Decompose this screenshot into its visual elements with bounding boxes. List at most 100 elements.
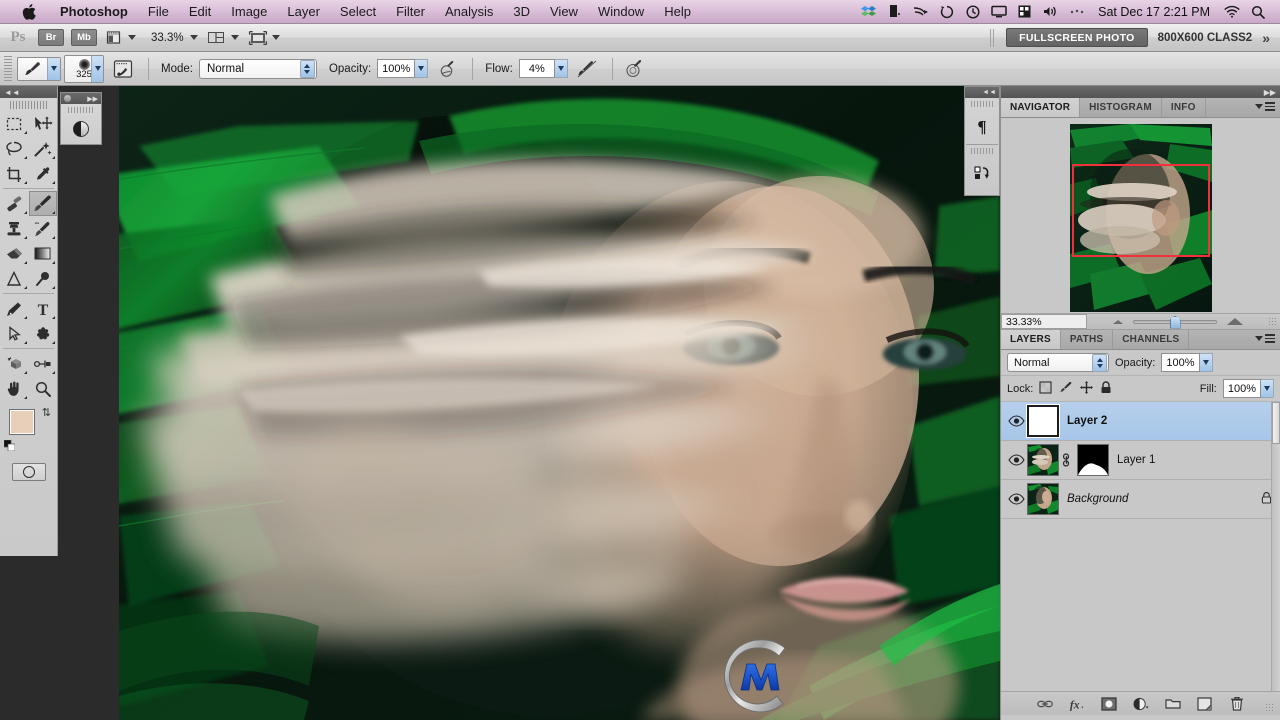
collapsed-dock-titlebar[interactable]: ◄◄: [965, 87, 999, 98]
panel-resize-grip[interactable]: [1265, 703, 1274, 712]
clone-stamp-tool[interactable]: [0, 216, 29, 241]
zoom-in-mountain-icon[interactable]: [1226, 318, 1243, 325]
default-colors-icon[interactable]: [3, 439, 16, 452]
layer-name[interactable]: Layer 1: [1117, 454, 1155, 466]
new-adjustment-layer-icon[interactable]: [1132, 696, 1149, 712]
adjustments-panel-button[interactable]: [61, 114, 101, 144]
options-bar-grip[interactable]: [4, 55, 12, 82]
custom-shape-tool[interactable]: [29, 321, 58, 346]
zoom-level-dropdown[interactable]: 33.3%: [145, 32, 198, 44]
menubar-clock[interactable]: Sat Dec 17 2:21 PM: [1094, 5, 1214, 19]
lock-transparent-pixels-icon[interactable]: [1039, 380, 1052, 397]
mini-dock-titlebar[interactable]: ▶▶: [61, 93, 101, 104]
opacity-control[interactable]: 100%: [377, 59, 429, 78]
expand-panel-icon[interactable]: ▶▶: [87, 95, 98, 103]
collapsed-dock-grip-2[interactable]: [971, 148, 993, 154]
opacity-dropdown-arrow[interactable]: [415, 59, 429, 78]
dodge-tool[interactable]: [29, 266, 58, 291]
layer-thumbnail[interactable]: [1027, 483, 1059, 515]
delete-layer-icon[interactable]: [1229, 696, 1245, 712]
layer-blend-mode-select[interactable]: Normal: [1007, 353, 1109, 372]
menu-analysis[interactable]: Analysis: [435, 0, 503, 24]
workspace-800x600-class2-button[interactable]: 800X600 CLASS2: [1158, 32, 1253, 44]
tab-info[interactable]: INFO: [1162, 98, 1206, 117]
magic-wand-tool[interactable]: [29, 136, 58, 161]
lasso-tool[interactable]: [0, 136, 29, 161]
layer-row-layer-1[interactable]: Layer 1: [1001, 441, 1280, 480]
zoom-out-mountain-icon[interactable]: [1112, 319, 1123, 324]
layer-opacity-control[interactable]: 100%: [1161, 353, 1213, 372]
tab-navigator[interactable]: NAVIGATOR: [1001, 98, 1081, 117]
apple-logo-icon[interactable]: [22, 3, 36, 20]
healing-brush-tool[interactable]: [0, 191, 29, 216]
pen-tool[interactable]: [0, 296, 29, 321]
menu-file[interactable]: File: [138, 0, 179, 24]
layer-opacity-dropdown-arrow[interactable]: [1199, 353, 1213, 372]
paragraph-panel-button[interactable]: ¶: [965, 108, 999, 144]
hand-tool[interactable]: [0, 376, 29, 401]
menu-filter[interactable]: Filter: [386, 0, 435, 24]
scrollbar-thumb[interactable]: [1272, 402, 1280, 444]
layer-visibility-toggle[interactable]: [1005, 410, 1027, 432]
navigator-zoom-slider[interactable]: [1132, 315, 1217, 329]
pressure-controls-size-button[interactable]: [574, 57, 600, 81]
layer-fill-dropdown-arrow[interactable]: [1261, 379, 1274, 398]
flow-dropdown-arrow[interactable]: [554, 59, 568, 78]
menu-edit[interactable]: Edit: [179, 0, 221, 24]
view-extras-dropdown[interactable]: [104, 29, 136, 47]
collapsed-dock-grip[interactable]: [971, 101, 993, 107]
network-icon[interactable]: [1016, 4, 1033, 20]
sync-icon[interactable]: [938, 4, 955, 20]
opacity-value[interactable]: 100%: [377, 59, 416, 78]
layer-mask-link-icon[interactable]: [1059, 453, 1073, 467]
lock-all-icon[interactable]: [1100, 380, 1112, 397]
layer-fill-value[interactable]: 100%: [1222, 379, 1261, 398]
layers-panel-menu-button[interactable]: [1255, 334, 1275, 343]
launch-mini-bridge-button[interactable]: Mb: [71, 29, 97, 46]
blur-tool[interactable]: [0, 266, 29, 291]
battery-icon[interactable]: [886, 4, 903, 20]
menu-layer[interactable]: Layer: [277, 0, 330, 24]
menu-view[interactable]: View: [540, 0, 588, 24]
layer-name[interactable]: Background: [1067, 493, 1128, 505]
menu-image[interactable]: Image: [221, 0, 277, 24]
menu-help[interactable]: Help: [654, 0, 701, 24]
type-tool[interactable]: T: [29, 296, 58, 321]
marquee-tool[interactable]: [0, 111, 29, 136]
layer-thumbnail[interactable]: [1027, 444, 1059, 476]
workspace-fullscreen-photo-button[interactable]: FULLSCREEN PHOTO: [1006, 28, 1148, 47]
layers-scrollbar[interactable]: [1271, 402, 1280, 702]
collapse-panel-icon[interactable]: ◄◄: [4, 88, 20, 97]
add-layer-mask-icon[interactable]: [1100, 696, 1117, 712]
volume-icon[interactable]: [1042, 4, 1059, 20]
layer-visibility-toggle[interactable]: [1005, 449, 1027, 471]
navigator-preview-area[interactable]: [1001, 118, 1280, 313]
actions-panel-button[interactable]: [965, 155, 999, 191]
layer-mask-thumbnail[interactable]: [1077, 444, 1109, 476]
layer-thumbnail[interactable]: [1027, 405, 1059, 437]
gradient-tool[interactable]: [29, 241, 58, 266]
new-group-icon[interactable]: [1164, 696, 1181, 712]
collapse-icon[interactable]: ◄◄: [982, 89, 996, 96]
brush-tool[interactable]: [28, 191, 57, 216]
layer-row-layer-2[interactable]: Layer 2: [1001, 402, 1280, 441]
quick-mask-button[interactable]: [11, 463, 46, 481]
flow-value[interactable]: 4%: [518, 59, 555, 78]
blend-mode-spinner[interactable]: [299, 59, 315, 78]
tab-paths[interactable]: PATHS: [1061, 330, 1114, 349]
crop-tool[interactable]: [0, 161, 29, 186]
link-layers-icon[interactable]: [1036, 696, 1053, 712]
brush-picker-dropdown-arrow[interactable]: [91, 55, 103, 82]
menu-photoshop[interactable]: Photoshop: [50, 0, 138, 24]
tab-channels[interactable]: CHANNELS: [1113, 330, 1190, 349]
wifi-icon[interactable]: [1223, 4, 1240, 20]
airbrush-button[interactable]: [621, 57, 647, 81]
layer-fill-control[interactable]: 100%: [1222, 379, 1274, 398]
blend-mode-spinner[interactable]: [1092, 353, 1107, 372]
layer-row-background[interactable]: Background: [1001, 480, 1280, 519]
lock-position-icon[interactable]: [1080, 380, 1094, 397]
zoom-tool[interactable]: [29, 376, 58, 401]
panel-resize-grip[interactable]: [1268, 317, 1277, 326]
camera-3d-tool[interactable]: [29, 351, 58, 376]
collapse-dock-icon[interactable]: ▶▶: [1264, 88, 1276, 97]
